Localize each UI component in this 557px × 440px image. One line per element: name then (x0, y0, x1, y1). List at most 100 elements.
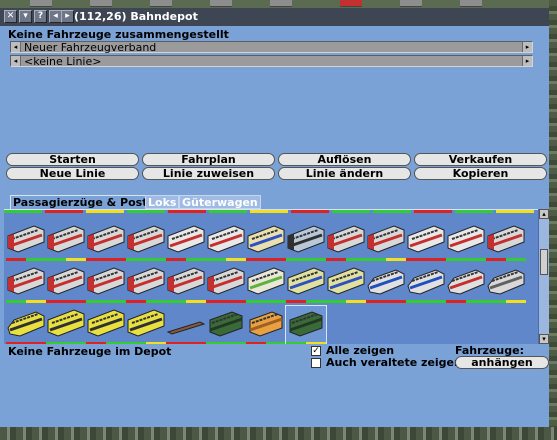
arrow-left-icon[interactable]: ◂ (11, 56, 21, 66)
vehicle-slot[interactable] (206, 264, 246, 304)
window-titlebar[interactable]: ✕ ▾ ? ◂ ▸ (112,26) Bahndepot (0, 8, 549, 26)
vehicle-slot[interactable] (86, 222, 126, 262)
scroll-down-icon[interactable]: ▾ (539, 334, 549, 344)
assign-line-button[interactable]: Linie zuweisen (142, 167, 275, 180)
vehicle-slot[interactable] (286, 264, 326, 304)
vehicle-status-bar (166, 342, 206, 344)
toolbar-button[interactable] (400, 0, 422, 7)
vehicle-sprite-icon (127, 267, 165, 295)
vehicle-slot[interactable] (46, 306, 86, 344)
show-obsolete-checkbox[interactable] (311, 358, 321, 368)
vehicle-status-bar (6, 342, 46, 344)
status-bar-segment (386, 300, 406, 303)
vehicle-slot[interactable] (246, 222, 286, 262)
toolbar-button[interactable] (150, 0, 172, 7)
scroll-thumb[interactable] (540, 249, 548, 275)
vehicle-slot[interactable] (6, 306, 46, 344)
dissolve-button[interactable]: Auflösen (278, 153, 411, 166)
vehicle-slot[interactable] (366, 222, 406, 262)
vehicle-slot[interactable] (285, 305, 327, 344)
vehicle-status-bar (486, 300, 526, 303)
vehicle-slot[interactable] (166, 222, 206, 262)
vehicle-sprite-icon (327, 267, 365, 295)
tab-passenger-trains[interactable]: Passagierzüge & Post (10, 195, 151, 209)
vehicle-slot[interactable] (286, 222, 326, 262)
vehicle-list-scrollbar[interactable]: ▴ ▾ (538, 209, 549, 344)
next-icon[interactable]: ▸ (61, 10, 74, 23)
vehicle-status-bar (326, 300, 366, 303)
sell-button[interactable]: Verkaufen (414, 153, 547, 166)
vehicle-slot[interactable] (166, 306, 206, 344)
scroll-up-icon[interactable]: ▴ (539, 209, 549, 219)
vehicle-sprite-icon (487, 225, 525, 253)
status-bar-segment (26, 258, 46, 261)
vehicle-slot[interactable] (326, 222, 366, 262)
status-bar-segment (386, 258, 406, 261)
indicator-segment (455, 210, 493, 213)
schedule-button[interactable]: Fahrplan (142, 153, 275, 166)
status-bar-segment (286, 342, 306, 344)
copy-button[interactable]: Kopieren (414, 167, 547, 180)
vehicle-slot[interactable] (246, 306, 286, 344)
vehicle-slot[interactable] (246, 264, 286, 304)
vehicle-sprite-icon (47, 309, 85, 337)
vehicle-slot[interactable] (6, 264, 46, 304)
vehicle-slot[interactable] (446, 264, 486, 304)
vehicle-status-bar (206, 258, 246, 261)
convoy-selector[interactable]: ◂ Neuer Fahrzeugverband ▸ (10, 41, 533, 54)
start-button[interactable]: Starten (6, 153, 139, 166)
vehicle-slot[interactable] (86, 264, 126, 304)
indicator-segment (250, 210, 288, 213)
vehicle-slot[interactable] (406, 264, 446, 304)
arrow-right-icon[interactable]: ▸ (522, 42, 532, 52)
vehicle-slot[interactable] (126, 264, 166, 304)
vehicle-slot[interactable] (6, 222, 46, 262)
vehicle-status-bar (286, 342, 326, 344)
toolbar-button[interactable] (270, 0, 292, 7)
status-bar-segment (446, 258, 466, 261)
vehicle-slot[interactable] (486, 264, 526, 304)
toolbar-button[interactable] (90, 0, 112, 7)
toolbar-button[interactable] (210, 0, 232, 7)
minimize-icon[interactable]: ▾ (19, 10, 32, 23)
vehicle-status-bar (246, 300, 286, 303)
status-bar-segment (366, 258, 386, 261)
vehicle-slot[interactable] (126, 222, 166, 262)
vehicle-slot[interactable] (486, 222, 526, 262)
vehicle-status-bar (446, 258, 486, 261)
toolbar-button[interactable] (340, 0, 362, 7)
vehicle-slot[interactable] (86, 306, 126, 344)
vehicle-slot[interactable] (406, 222, 446, 262)
vehicle-slot[interactable] (46, 222, 86, 262)
status-bar-segment (306, 258, 326, 261)
arrow-left-icon[interactable]: ◂ (11, 42, 21, 52)
close-icon[interactable]: ✕ (4, 10, 17, 23)
help-icon[interactable]: ? (34, 10, 47, 23)
tab-locomotives[interactable]: Loks (145, 195, 180, 209)
vehicle-slot[interactable] (366, 264, 406, 304)
arrow-right-icon[interactable]: ▸ (522, 56, 532, 66)
status-bar-segment (246, 300, 266, 303)
line-selector[interactable]: ◂ <keine Linie> ▸ (10, 55, 533, 68)
status-bar-segment (66, 300, 86, 303)
vehicle-sprite-icon (87, 225, 125, 253)
edit-line-button[interactable]: Linie ändern (278, 167, 411, 180)
vehicle-slot[interactable] (126, 306, 166, 344)
vehicle-slot[interactable] (326, 264, 366, 304)
vehicle-slot[interactable] (166, 264, 206, 304)
vehicle-slot[interactable] (206, 222, 246, 262)
status-bar-segment (106, 300, 126, 303)
status-bar-segment (506, 258, 526, 261)
toolbar-button[interactable] (460, 0, 482, 7)
show-all-checkbox[interactable]: ✓ (311, 346, 321, 356)
toolbar-button[interactable] (30, 0, 52, 7)
previous-row-indicators (4, 210, 538, 214)
vehicle-slot[interactable] (446, 222, 486, 262)
vehicle-sprite-icon (207, 225, 245, 253)
vehicle-sprite-icon (287, 267, 325, 295)
attach-button[interactable]: anhängen (455, 356, 549, 369)
tab-freight-wagons[interactable]: Güterwagen (179, 195, 261, 209)
vehicle-slot[interactable] (206, 306, 246, 344)
new-line-button[interactable]: Neue Linie (6, 167, 139, 180)
vehicle-slot[interactable] (46, 264, 86, 304)
